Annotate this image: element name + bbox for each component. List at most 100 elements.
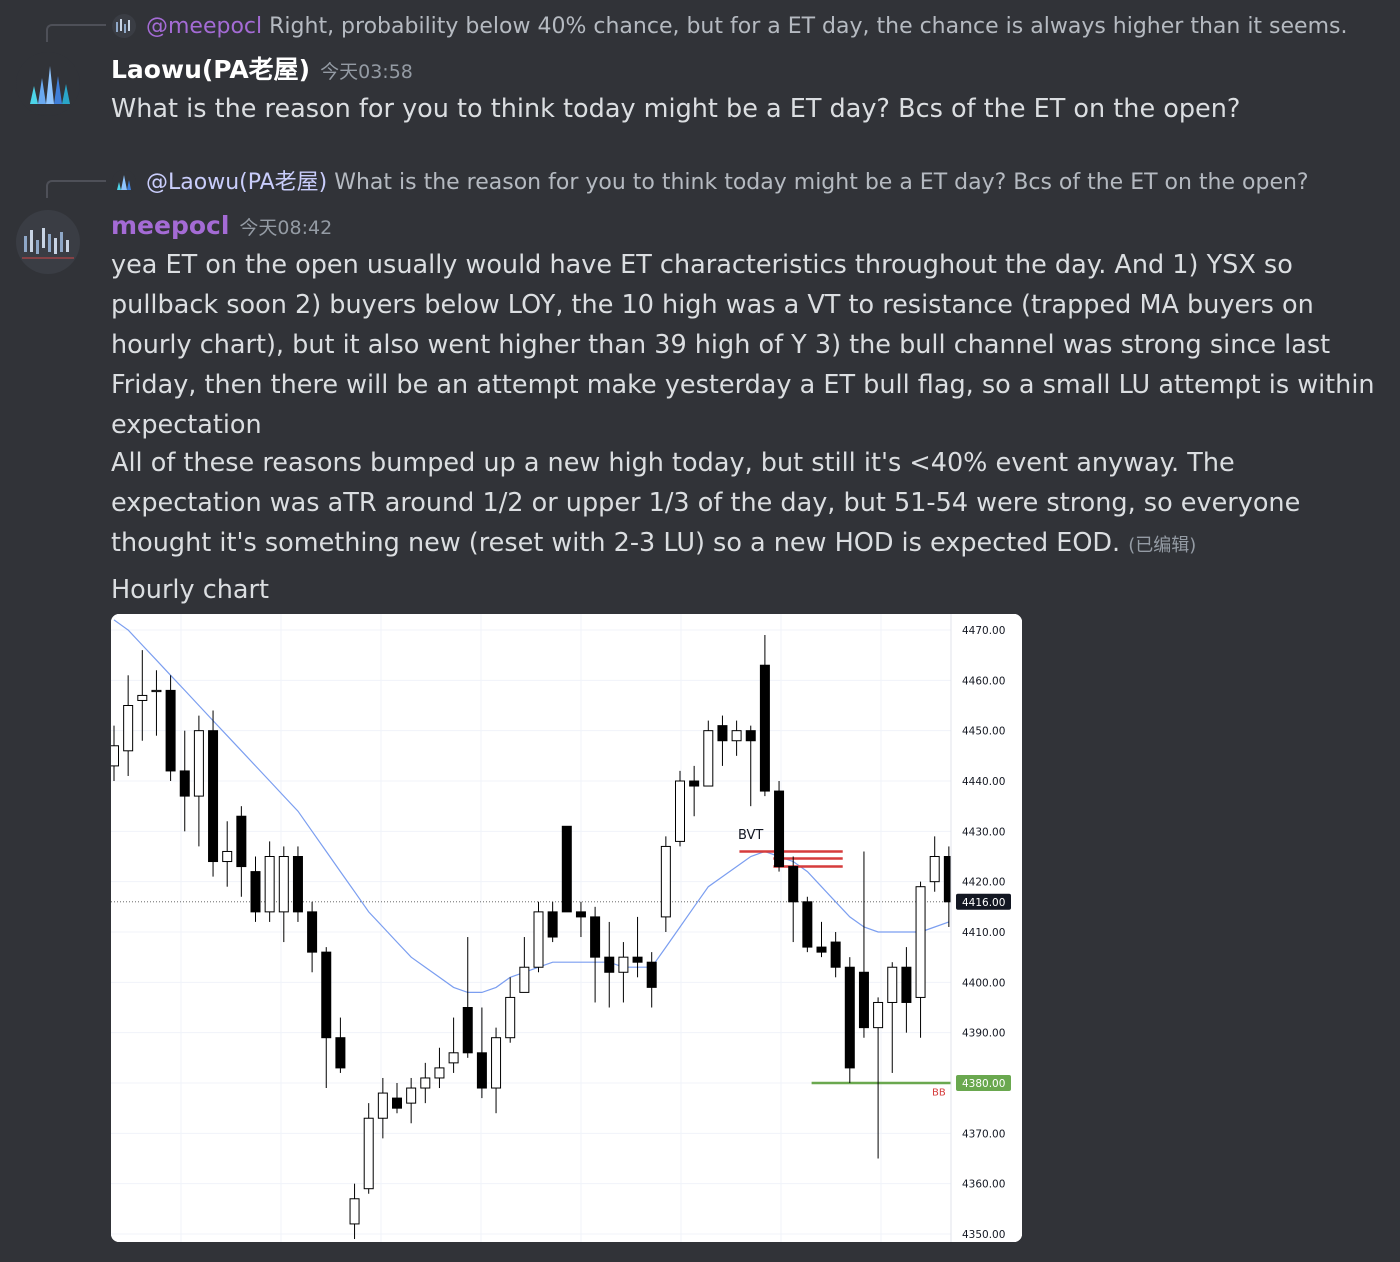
reply-content[interactable]: @Laowu(PA老屋) What is the reason for you … xyxy=(146,170,1309,196)
bear-candle xyxy=(321,951,332,1039)
bear-candle xyxy=(165,689,176,772)
message-author[interactable]: Laowu(PA老屋) 今天03:58 xyxy=(111,54,413,88)
bull-candle xyxy=(929,856,940,883)
bear-candle xyxy=(307,911,318,953)
bear-candle xyxy=(759,664,770,792)
current-price-label: 4416.00 xyxy=(962,897,1005,909)
bull-candle xyxy=(434,1067,445,1079)
message-content: What is the reason for you to think toda… xyxy=(111,94,1241,124)
bear-candle xyxy=(575,911,586,918)
bull-candle xyxy=(363,1117,374,1190)
bull-candle xyxy=(349,1198,360,1225)
author-name[interactable]: meepocl xyxy=(111,211,229,240)
bear-candle xyxy=(774,790,785,868)
message-author[interactable]: meepocl 今天08:42 xyxy=(111,210,332,244)
y-tick-label: 4400.00 xyxy=(962,977,1005,989)
message-paragraph-2: All of these reasons bumped up a new hig… xyxy=(111,443,1381,566)
bull-candle xyxy=(731,730,742,742)
bull-candle xyxy=(264,856,275,913)
y-tick-label: 4390.00 xyxy=(962,1028,1005,1040)
reply-mention[interactable]: @meepocl xyxy=(146,14,262,39)
bear-candle xyxy=(547,911,558,938)
bull-candle xyxy=(675,780,685,842)
y-tick-label: 4410.00 xyxy=(962,927,1005,939)
y-tick-label: 4350.00 xyxy=(962,1229,1005,1241)
reply-text: What is the reason for you to think toda… xyxy=(334,170,1309,195)
bull-candle xyxy=(123,705,134,752)
bull-candle xyxy=(660,845,671,918)
bull-candle xyxy=(193,730,204,797)
hourly-chart-image[interactable]: BVT BB 4470.00 4460.00 4450.00 4440.00 4430.00… xyxy=(111,614,1022,1242)
bull-candle xyxy=(873,1001,884,1029)
bull-candle xyxy=(377,1092,388,1119)
bear-candle xyxy=(858,971,869,1029)
reply-preview-1[interactable]: @meepocl Right, probability below 40% ch… xyxy=(0,10,1400,42)
laowu-mini-avatar[interactable] xyxy=(112,170,136,194)
bull-candle xyxy=(151,689,162,693)
bear-candle xyxy=(604,956,615,973)
meepocl-avatar[interactable] xyxy=(16,210,80,274)
bear-candle xyxy=(476,1052,487,1089)
bull-candle xyxy=(887,966,898,1003)
bull-candle xyxy=(278,856,289,913)
bear-candle xyxy=(179,770,190,797)
attachment-title: Hourly chart xyxy=(111,575,269,605)
bear-candle xyxy=(462,1007,473,1054)
bull-candle xyxy=(533,911,544,968)
reply-content[interactable]: @meepocl Right, probability below 40% ch… xyxy=(146,14,1347,40)
bull-candle xyxy=(137,694,148,701)
y-tick-label: 4370.00 xyxy=(962,1128,1005,1140)
bull-candle xyxy=(420,1077,431,1089)
bull-candle xyxy=(448,1052,459,1064)
y-tick-label: 4420.00 xyxy=(962,877,1005,889)
chart-background xyxy=(111,614,1022,1242)
bull-candle xyxy=(915,886,926,998)
bear-candle xyxy=(844,966,855,1069)
message-paragraph-1: yea ET on the open usually would have ET… xyxy=(111,250,1375,440)
bear-candle xyxy=(392,1097,402,1109)
bear-candle xyxy=(236,815,247,868)
paragraph-text: All of these reasons bumped up a new hig… xyxy=(111,448,1301,558)
bear-candle xyxy=(590,916,601,958)
bear-candle xyxy=(802,901,813,948)
y-tick-label: 4360.00 xyxy=(962,1179,1005,1191)
author-name[interactable]: Laowu(PA老屋) xyxy=(111,55,310,84)
support-price-label: 4380.00 xyxy=(962,1078,1005,1090)
timestamp: 今天08:42 xyxy=(239,217,333,239)
timestamp: 今天03:58 xyxy=(320,61,413,83)
bear-candle xyxy=(208,730,219,863)
bear-candle xyxy=(788,866,799,903)
y-tick-label: 4430.00 xyxy=(962,826,1005,838)
bull-candle xyxy=(618,956,629,973)
reply-mention[interactable]: @Laowu(PA老屋) xyxy=(146,170,327,195)
edited-tag: (已编辑) xyxy=(1128,535,1197,556)
laowu-avatar[interactable] xyxy=(16,52,80,116)
y-tick-label: 4470.00 xyxy=(962,625,1005,637)
bear-candle xyxy=(335,1037,346,1069)
bull-candle xyxy=(505,996,516,1039)
bear-candle xyxy=(830,941,841,968)
bear-candle xyxy=(250,871,261,913)
bear-candle xyxy=(816,946,827,953)
bear-candle xyxy=(901,966,912,1003)
bb-label: BB xyxy=(932,1088,946,1099)
reply-preview-2[interactable]: @Laowu(PA老屋) What is the reason for you … xyxy=(0,166,1400,198)
bull-candle xyxy=(491,1037,502,1089)
bear-candle xyxy=(646,961,657,988)
bull-candle xyxy=(406,1087,417,1104)
bvt-label: BVT xyxy=(738,828,763,843)
reply-connector xyxy=(46,24,106,42)
bear-candle xyxy=(632,956,643,963)
candlestick-chart: BVT BB 4470.00 4460.00 4450.00 4440.00 4430.00… xyxy=(111,614,1022,1242)
bear-candle xyxy=(745,730,756,742)
bull-candle xyxy=(111,745,119,767)
reply-connector xyxy=(46,180,106,198)
y-tick-label: 4450.00 xyxy=(962,726,1005,738)
bear-candle xyxy=(717,725,728,742)
bull-candle xyxy=(222,850,233,863)
meepocl-mini-avatar[interactable] xyxy=(112,14,136,38)
bear-candle xyxy=(689,780,700,787)
bull-candle xyxy=(519,966,530,993)
bear-candle xyxy=(561,825,572,913)
bull-candle xyxy=(703,730,714,787)
